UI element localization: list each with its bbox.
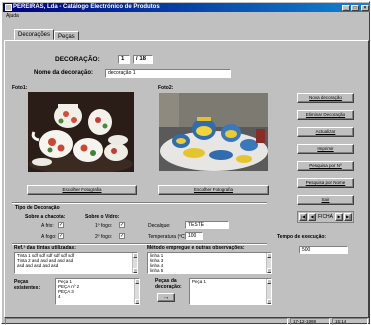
close-button[interactable]: ×	[361, 5, 369, 11]
app-window: PEREIRAS, Lda - Catálogo Electrónico de …	[1, 1, 370, 325]
vidro-1o-fogo-label: 1º fogo:	[95, 223, 113, 229]
foto1-label: Foto1:	[12, 85, 28, 91]
decoracao-label: DECORAÇÃO:	[55, 56, 100, 63]
minimize-button[interactable]: _	[342, 5, 350, 11]
actualizar-button[interactable]: Actualizar	[297, 127, 354, 137]
metodo-textarea[interactable]: linha 1 linha 3 linha 4 linha 5	[147, 252, 272, 274]
scroll-up-arrow-icon[interactable]	[135, 279, 139, 284]
form-panel: DECORAÇÃO: 1 / 18 Nome da decoração: dec…	[4, 40, 369, 318]
metodo-label: Método empregue e outras observações:	[147, 245, 245, 251]
pecas-decoracao-label: Peças da decoração:	[155, 278, 182, 290]
last-record-icon[interactable]: ▶|	[344, 213, 352, 221]
status-message-pane	[5, 318, 288, 325]
decalque-field[interactable]: TESTE	[185, 221, 229, 229]
tempo-execucao-field[interactable]: 500	[299, 246, 348, 254]
tintas-label: Ref.ª das tintas utilizadas:	[14, 245, 76, 251]
vidro-2o-fogo-label: 2º fogo:	[95, 234, 113, 240]
temperatura-field[interactable]: 100	[185, 232, 203, 240]
scroll-up-arrow-icon[interactable]	[267, 253, 271, 258]
scroll-down-arrow-icon[interactable]	[267, 268, 271, 273]
tintas-textarea[interactable]: Tinta 1 sdf sdf sdf sdf sdf sdf Tinta 2 …	[14, 252, 138, 274]
foto2-tea-set-illustration	[159, 93, 268, 171]
status-date: 17-12-1999	[290, 318, 330, 325]
imprimir-button[interactable]: Imprimir	[297, 144, 354, 154]
status-bar: 17-12-1999 15:14	[3, 318, 370, 325]
vidro-1o-fogo-checkbox[interactable]: ✓	[119, 222, 125, 228]
transfer-arrow-button[interactable]: →	[157, 293, 175, 302]
sobre-vidro-label: Sobre o Vidro:	[85, 214, 120, 220]
window-title: PEREIRAS, Lda - Catálogo Electrónico de …	[13, 4, 160, 10]
temperatura-label: Temperatura (ºC):	[148, 234, 188, 240]
foto1-teapot-illustration	[28, 92, 134, 172]
list-item[interactable]: Peça 1	[192, 279, 271, 284]
next-record-icon[interactable]: ▶	[335, 213, 343, 221]
chacota-a-fogo-checkbox[interactable]: ✓	[58, 233, 64, 239]
pecas-decoracao-scrollbar[interactable]	[266, 279, 271, 304]
pecas-decoracao-list[interactable]: Peça 1	[189, 278, 272, 305]
tintas-scrollbar[interactable]	[132, 253, 137, 273]
list-item[interactable]: 4	[58, 294, 139, 299]
separator-1	[12, 202, 267, 204]
sobre-chacota-label: Sobre a chacota:	[25, 214, 66, 220]
foto1-image	[28, 92, 134, 172]
metodo-line-4: linha 5	[150, 268, 164, 273]
record-index-field[interactable]: 1	[118, 55, 130, 64]
navigator-label: FICHA	[318, 214, 333, 220]
decalque-label: Decalque:	[148, 223, 171, 229]
pecas-existentes-label: Peças existentes:	[14, 279, 41, 291]
escolher-fotografia-2-button[interactable]: Escolher Fotografia	[158, 185, 269, 195]
status-time: 15:14	[332, 318, 368, 325]
nome-label: Nome da decoração:	[34, 70, 94, 76]
pesquisa-por-nome-button[interactable]: Pesquisa por Nome	[297, 178, 354, 188]
scroll-up-arrow-icon[interactable]	[267, 279, 271, 284]
tipo-decoracao-label: Tipo de Decoração	[15, 205, 60, 211]
pecas-existentes-list[interactable]: Peça 1 PEÇA nº 2 PEÇA 3 4	[55, 278, 140, 305]
chacota-a-frio-label: A frio:	[41, 223, 54, 229]
metodo-scrollbar[interactable]	[266, 253, 271, 273]
chacota-a-fogo-label: A fogo:	[41, 234, 57, 240]
maximize-button[interactable]: □	[351, 5, 359, 11]
nome-field[interactable]: decoração 1	[105, 69, 231, 78]
menu-item-ajuda[interactable]: Ajuda	[6, 13, 19, 19]
pecas-existentes-scrollbar[interactable]	[134, 279, 139, 304]
nova-decoracao-button[interactable]: Nova decoração	[297, 93, 354, 103]
record-total-field: / 18	[133, 55, 153, 64]
app-icon	[5, 4, 12, 11]
sair-button[interactable]: Sair	[297, 195, 354, 205]
first-record-icon[interactable]: |◀	[299, 213, 307, 221]
menu-bar: Ajuda	[3, 13, 370, 20]
escolher-fotografia-1-button[interactable]: Escolher Fotografia	[27, 185, 137, 195]
prev-record-icon[interactable]: ◀	[308, 213, 316, 221]
chacota-a-frio-checkbox[interactable]: ✓	[58, 222, 64, 228]
tempo-execucao-label: Tempo de execução:	[277, 234, 327, 240]
scroll-up-arrow-icon[interactable]	[133, 253, 137, 258]
scroll-down-arrow-icon[interactable]	[135, 299, 139, 304]
vidro-2o-fogo-checkbox[interactable]: ✓	[119, 233, 125, 239]
record-navigator: |◀ ◀ FICHA ▶ ▶|	[297, 211, 354, 223]
foto2-image	[159, 93, 268, 171]
title-bar: PEREIRAS, Lda - Catálogo Electrónico de …	[3, 3, 370, 12]
scroll-down-arrow-icon[interactable]	[133, 268, 137, 273]
pesquisa-por-numero-button[interactable]: Pesquisa por Nº	[297, 161, 354, 171]
tintas-line-3: asd asd asd asd asd	[17, 263, 59, 268]
foto2-label: Foto2:	[158, 85, 174, 91]
scroll-down-arrow-icon[interactable]	[267, 299, 271, 304]
tab-decoracoes[interactable]: Decorações	[14, 29, 55, 40]
eliminar-decoracao-button[interactable]: Eliminar Decoração	[297, 110, 354, 120]
